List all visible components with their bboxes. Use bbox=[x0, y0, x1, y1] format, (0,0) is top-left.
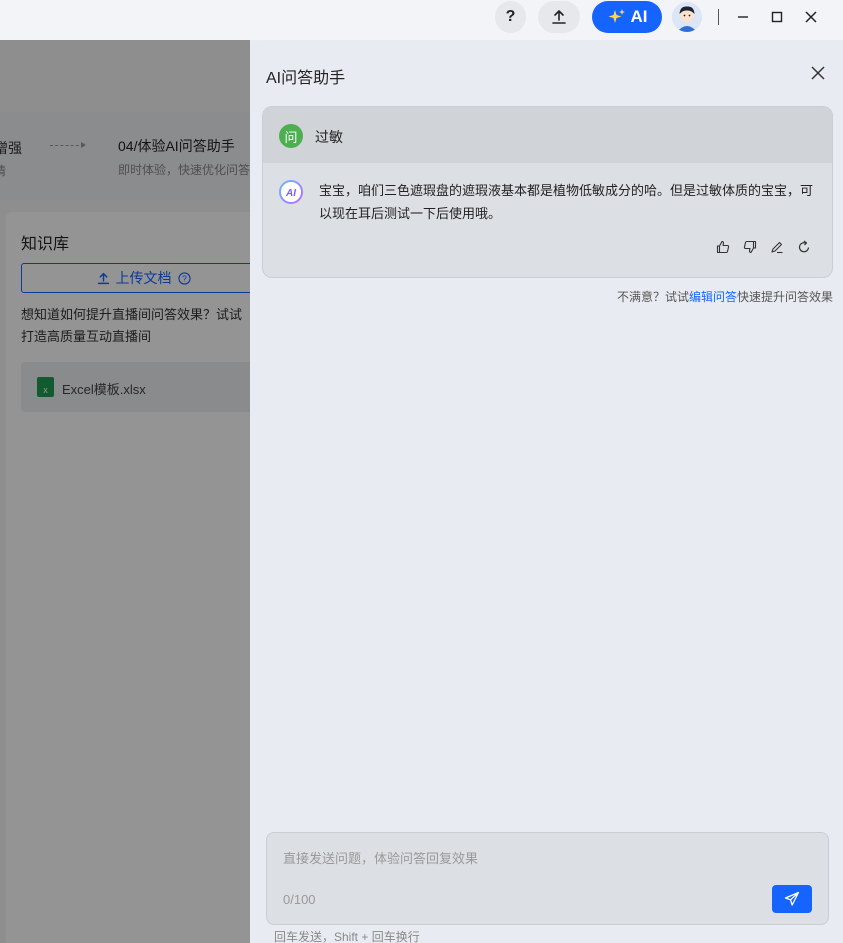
answer-text: 宝宝，咱们三色遮瑕盘的遮瑕液基本都是植物低敏成分的哈。但是过敏体质的宝宝，可以现… bbox=[319, 183, 814, 221]
unsatisfied-hint: 不满意？试试编辑问答快速提升问答效果 bbox=[616, 290, 833, 304]
question-badge: 问 bbox=[279, 124, 303, 148]
qa-card: 问 过敏 AI 宝宝，咱们三色遮瑕盘的遮瑕液基本都是植物低敏成分的哈。但是过敏体… bbox=[262, 106, 833, 278]
upload-icon bbox=[552, 10, 566, 24]
thumbs-down-icon bbox=[743, 240, 756, 253]
toolbar-divider bbox=[718, 9, 719, 25]
send-icon bbox=[784, 891, 800, 906]
sparkle-icon bbox=[608, 9, 625, 23]
ai-assistant-panel: AI问答助手 问 过敏 AI 宝宝，咱们三色遮瑕盘的遮瑕液基本都是植物低敏成分的… bbox=[250, 41, 843, 943]
question-text: 过敏 bbox=[315, 129, 343, 145]
pencil-icon bbox=[770, 241, 782, 253]
maximize-icon bbox=[771, 11, 783, 23]
window-close-button[interactable] bbox=[799, 5, 823, 29]
svg-text:AI: AI bbox=[285, 188, 296, 199]
like-button[interactable] bbox=[714, 238, 731, 255]
avatar[interactable] bbox=[672, 2, 702, 32]
question-input[interactable] bbox=[283, 847, 763, 869]
help-button[interactable]: ? bbox=[495, 1, 526, 33]
question-row: 问 过敏 bbox=[263, 107, 832, 163]
input-hint: 回车发送，Shift + 回车换行 bbox=[274, 930, 420, 943]
thumbs-up-icon bbox=[716, 240, 729, 253]
ai-assistant-button[interactable]: AI bbox=[592, 1, 662, 33]
minimize-button[interactable] bbox=[731, 5, 755, 29]
close-icon bbox=[805, 11, 817, 23]
dislike-button[interactable] bbox=[741, 238, 758, 255]
help-icon: ? bbox=[505, 8, 516, 25]
edit-button[interactable] bbox=[768, 238, 785, 255]
char-counter: 0/100 bbox=[283, 892, 316, 907]
close-icon bbox=[811, 66, 825, 80]
panel-close-button[interactable] bbox=[806, 61, 830, 85]
refresh-icon bbox=[798, 240, 809, 252]
user-avatar-icon bbox=[672, 2, 702, 32]
modal-overlay[interactable] bbox=[0, 40, 250, 943]
send-button[interactable] bbox=[772, 885, 812, 913]
minimize-icon bbox=[738, 16, 748, 18]
question-input-box: 0/100 bbox=[266, 832, 829, 925]
upload-button[interactable] bbox=[538, 1, 580, 33]
ai-badge-icon: AI bbox=[279, 180, 303, 204]
maximize-button[interactable] bbox=[765, 5, 789, 29]
answer-actions bbox=[714, 238, 812, 255]
title-bar: ? AI bbox=[0, 0, 843, 40]
ai-button-label: AI bbox=[630, 7, 648, 26]
panel-title: AI问答助手 bbox=[266, 70, 346, 87]
edit-qa-link[interactable]: 编辑问答 bbox=[689, 290, 737, 304]
regenerate-button[interactable] bbox=[795, 238, 812, 255]
